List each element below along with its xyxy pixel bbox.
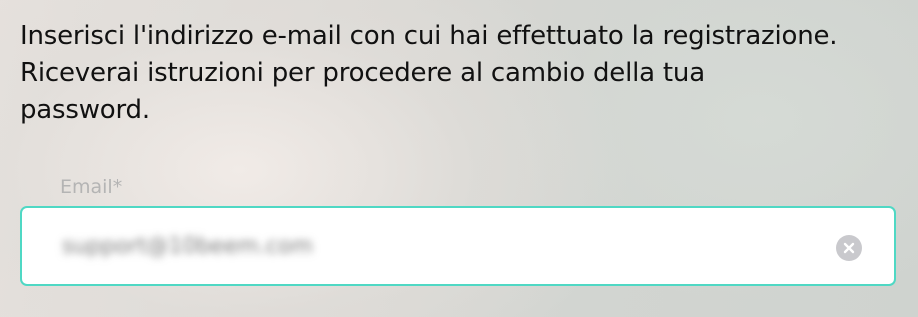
email-field-value[interactable]: support@10beem.com xyxy=(62,232,313,262)
email-field[interactable]: support@10beem.com xyxy=(20,206,896,286)
clear-icon[interactable] xyxy=(836,235,862,261)
close-icon xyxy=(843,242,855,254)
instructions-text: Inserisci l'indirizzo e-mail con cui hai… xyxy=(20,21,838,125)
email-field-label: Email* xyxy=(60,176,123,198)
